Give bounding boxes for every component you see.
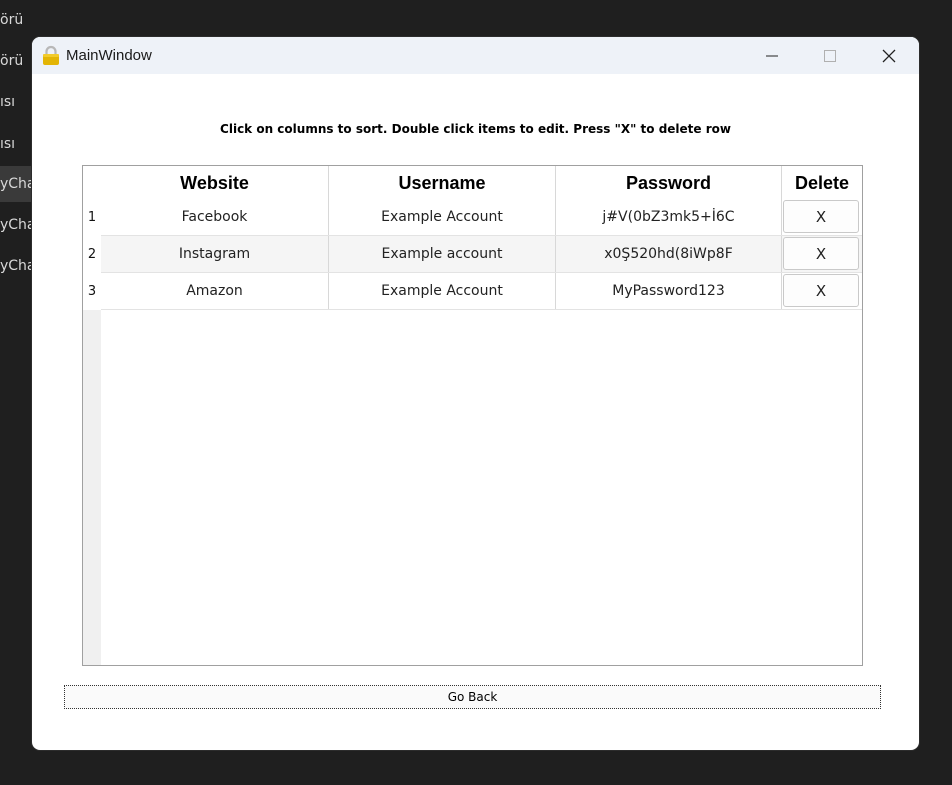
main-window: MainWindow Click on columns to sort. Dou… bbox=[32, 37, 919, 750]
minimize-button[interactable] bbox=[743, 37, 800, 74]
background-sidebar-item[interactable]: yChar bbox=[0, 166, 32, 202]
background-sidebar-item[interactable]: ısı bbox=[0, 126, 32, 162]
username-cell[interactable]: Example Account bbox=[328, 199, 555, 235]
background-sidebar-item[interactable]: yChar bbox=[0, 207, 32, 243]
column-header-password[interactable]: Password bbox=[555, 166, 781, 199]
background-sidebar-item[interactable]: örü bbox=[0, 2, 32, 38]
table-row[interactable]: Instagram Example account x0Ş520hd(8iWp8… bbox=[101, 236, 862, 273]
website-cell[interactable]: Amazon bbox=[101, 273, 328, 309]
row-number[interactable]: 1 bbox=[83, 199, 101, 236]
delete-row-button[interactable]: X bbox=[783, 274, 859, 307]
column-header-delete[interactable]: Delete bbox=[781, 166, 862, 199]
delete-row-button[interactable]: X bbox=[783, 237, 859, 270]
username-cell[interactable]: Example Account bbox=[328, 273, 555, 309]
password-cell[interactable]: j#V(0bZ3mk5+İ6C bbox=[555, 199, 781, 235]
window-title: MainWindow bbox=[66, 47, 152, 64]
website-cell[interactable]: Facebook bbox=[101, 199, 328, 235]
row-number[interactable]: 2 bbox=[83, 236, 101, 273]
maximize-button[interactable] bbox=[801, 37, 858, 74]
website-cell[interactable]: Instagram bbox=[101, 236, 328, 272]
table-row[interactable]: Amazon Example Account MyPassword123 X bbox=[101, 273, 862, 310]
title-bar[interactable]: MainWindow bbox=[32, 37, 919, 74]
table-row[interactable]: Facebook Example Account j#V(0bZ3mk5+İ6C… bbox=[101, 199, 862, 236]
maximize-icon bbox=[823, 49, 836, 62]
instruction-label: Click on columns to sort. Double click i… bbox=[220, 122, 731, 136]
close-icon bbox=[882, 49, 895, 62]
username-cell[interactable]: Example account bbox=[328, 236, 555, 272]
column-header-username[interactable]: Username bbox=[328, 166, 555, 199]
background-sidebar-item[interactable]: yChar bbox=[0, 248, 32, 284]
background-app-sidebar: örü örü ısı ısı yChar yChar yChar bbox=[0, 0, 32, 785]
minimize-icon bbox=[765, 55, 778, 56]
password-cell[interactable]: MyPassword123 bbox=[555, 273, 781, 309]
background-sidebar-item[interactable]: örü bbox=[0, 43, 32, 79]
table-corner[interactable] bbox=[83, 166, 101, 199]
column-header-website[interactable]: Website bbox=[101, 166, 328, 199]
lock-icon bbox=[41, 45, 61, 65]
close-button[interactable] bbox=[860, 37, 917, 74]
row-number[interactable]: 3 bbox=[83, 273, 101, 310]
delete-row-button[interactable]: X bbox=[783, 200, 859, 233]
go-back-button[interactable]: Go Back bbox=[64, 685, 881, 709]
background-sidebar-item[interactable]: ısı bbox=[0, 84, 32, 120]
password-cell[interactable]: x0Ş520hd(8iWp8F bbox=[555, 236, 781, 272]
password-table[interactable]: Website Username Password Delete 1 2 3 F… bbox=[82, 165, 863, 666]
